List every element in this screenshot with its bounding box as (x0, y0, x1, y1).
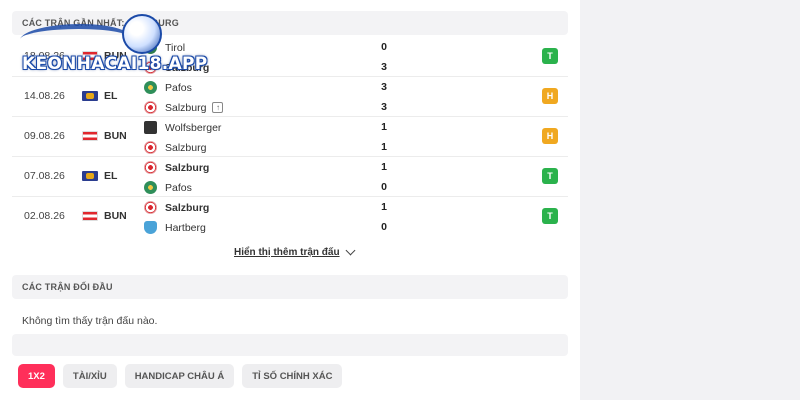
match-date: 14.08.26 (24, 90, 65, 102)
away-team: Pafos (144, 181, 192, 194)
away-score: 3 (381, 101, 387, 113)
home-score: 1 (381, 161, 387, 173)
show-more-matches-link[interactable]: Hiển thị thêm trận đấu (234, 245, 356, 258)
home-team: Wolfsberger (144, 121, 221, 134)
match-row[interactable]: 09.08.26 BUN Wolfsberger Salzburg 1 1 H (12, 116, 568, 156)
result-badge: T (542, 168, 558, 184)
home-team: Salzburg (144, 201, 209, 214)
away-team-name: Salzburg (165, 101, 207, 114)
home-score: 1 (381, 121, 387, 133)
competition-label: BUN (104, 130, 127, 142)
odds-section-bar (12, 334, 568, 356)
competition-label: BUN (104, 210, 127, 222)
odds-tabs: 1X2 TÀI/XỈU HANDICAP CHÂU Á TỈ SỐ CHÍNH … (18, 364, 343, 388)
austria-flag-icon (82, 211, 98, 221)
tab-1x2[interactable]: 1X2 (18, 364, 55, 388)
salzburg-logo-icon (144, 161, 157, 174)
competition-label: EL (104, 170, 118, 182)
soccer-ball-icon (122, 14, 162, 54)
austria-flag-icon (82, 131, 98, 141)
competition: EL (82, 170, 132, 182)
match-date: 07.08.26 (24, 170, 65, 182)
head-to-head-header: CÁC TRẬN ĐỐI ĐẦU (12, 275, 568, 299)
away-team-name: Hartberg (165, 221, 206, 234)
match-date: 02.08.26 (24, 210, 65, 222)
advance-arrow-icon: ↑ (212, 102, 224, 113)
match-row[interactable]: 07.08.26 EL Salzburg Pafos 1 0 T (12, 156, 568, 196)
home-score: 1 (381, 201, 387, 213)
away-team: Salzburg ↑ (144, 101, 224, 114)
result-badge: T (542, 208, 558, 224)
right-side-panel (580, 0, 800, 400)
competition: BUN (82, 130, 132, 142)
home-score: 3 (381, 81, 387, 93)
salzburg-logo-icon (144, 141, 157, 154)
home-team: Salzburg (144, 161, 209, 174)
chevron-down-icon (345, 245, 356, 256)
tab-correct-score[interactable]: TỈ SỐ CHÍNH XÁC (242, 364, 343, 388)
competition-label: EL (104, 90, 118, 102)
away-team-name: Pafos (165, 181, 192, 194)
hartberg-logo-icon (144, 221, 157, 234)
home-score: 0 (381, 41, 387, 53)
europa-league-icon (82, 171, 98, 181)
match-date: 09.08.26 (24, 130, 65, 142)
match-row[interactable]: 02.08.26 BUN Salzburg Hartberg 1 0 T (12, 196, 568, 236)
away-score: 0 (381, 181, 387, 193)
tab-asian-handicap[interactable]: HANDICAP CHÂU Á (124, 364, 235, 388)
europa-league-icon (82, 91, 98, 101)
watermark-logo: KEONHACAI18.APP (14, 10, 207, 84)
wolfsberger-logo-icon (144, 121, 157, 134)
away-score: 0 (381, 221, 387, 233)
watermark-text: KEONHACAI18.APP (22, 54, 208, 74)
home-team-name: Salzburg (165, 161, 210, 174)
result-badge: H (542, 88, 558, 104)
pafos-logo-icon (144, 181, 157, 194)
tab-over-under[interactable]: TÀI/XỈU (62, 364, 117, 388)
home-team-name: Wolfsberger (165, 121, 222, 134)
no-matches-message: Không tìm thấy trận đấu nào. (22, 315, 158, 327)
home-team-name: Salzburg (165, 201, 210, 214)
salzburg-logo-icon (144, 101, 157, 114)
competition: EL (82, 90, 132, 102)
away-team: Hartberg (144, 221, 206, 234)
competition: BUN (82, 210, 132, 222)
result-badge: T (542, 48, 558, 64)
show-more-label: Hiển thị thêm trận đấu (234, 247, 340, 258)
salzburg-logo-icon (144, 201, 157, 214)
away-score: 3 (381, 61, 387, 73)
result-badge: H (542, 128, 558, 144)
away-score: 1 (381, 141, 387, 153)
swoosh-icon (14, 24, 136, 54)
away-team-name: Salzburg (165, 141, 207, 154)
away-team: Salzburg (144, 141, 206, 154)
